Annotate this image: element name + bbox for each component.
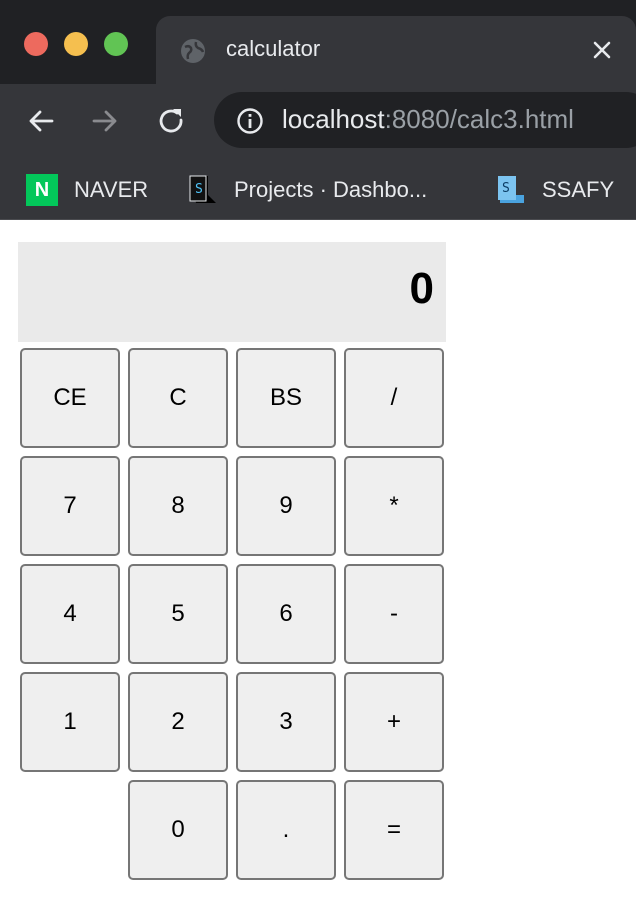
divide-button[interactable]: /	[344, 348, 444, 448]
equals-button[interactable]: =	[344, 780, 444, 880]
minimize-window-button[interactable]	[64, 32, 88, 56]
digit-7-button[interactable]: 7	[20, 456, 120, 556]
digit-2-button[interactable]: 2	[128, 672, 228, 772]
bookmark-label: SSAFY	[542, 177, 615, 202]
backspace-button[interactable]: BS	[236, 348, 336, 448]
browser-toolbar: localhost:8080/calc3.html	[0, 84, 636, 160]
digit-0-button[interactable]: 0	[128, 780, 228, 880]
forward-arrow-icon[interactable]	[88, 104, 122, 138]
bookmark-label: Projects · Dashbo...	[234, 177, 428, 202]
subtract-button[interactable]: -	[344, 564, 444, 664]
digit-1-button[interactable]: 1	[20, 672, 120, 772]
digit-4-button[interactable]: 4	[20, 564, 120, 664]
decimal-button[interactable]: .	[236, 780, 336, 880]
info-icon[interactable]	[236, 107, 264, 135]
url-path: :8080/calc3.html	[384, 104, 574, 134]
digit-5-button[interactable]: 5	[128, 564, 228, 664]
maximize-window-button[interactable]	[104, 32, 128, 56]
bookmarks-bar: N NAVER S Projects · Dashbo... S SSAFY	[0, 160, 636, 220]
digit-9-button[interactable]: 9	[236, 456, 336, 556]
calculator-display: 0	[18, 242, 446, 342]
ssafy-blue-icon: S	[498, 176, 524, 203]
close-tab-icon[interactable]	[590, 38, 614, 62]
window-titlebar: calculator	[0, 0, 636, 84]
digit-6-button[interactable]: 6	[236, 564, 336, 664]
url-text: localhost:8080/calc3.html	[282, 104, 574, 135]
naver-logo-icon: N	[26, 174, 58, 206]
back-arrow-icon[interactable]	[24, 104, 58, 138]
close-window-button[interactable]	[24, 32, 48, 56]
browser-tab[interactable]: calculator	[156, 16, 636, 84]
ssafy-dark-icon: S	[189, 175, 216, 203]
svg-text:S: S	[502, 181, 510, 196]
bookmark-naver[interactable]: N NAVER	[26, 170, 148, 210]
digit-3-button[interactable]: 3	[236, 672, 336, 772]
clear-button[interactable]: C	[128, 348, 228, 448]
globe-icon	[181, 39, 205, 63]
svg-text:S: S	[195, 182, 203, 197]
bookmark-projects-dashboard[interactable]: S Projects · Dashbo...	[186, 170, 427, 210]
tab-title: calculator	[226, 36, 321, 61]
bookmark-ssafy[interactable]: S SSAFY	[494, 170, 614, 210]
display-value: 0	[409, 264, 434, 313]
multiply-button[interactable]: *	[344, 456, 444, 556]
clear-entry-button[interactable]: CE	[20, 348, 120, 448]
address-bar[interactable]: localhost:8080/calc3.html	[214, 92, 636, 148]
add-button[interactable]: +	[344, 672, 444, 772]
digit-8-button[interactable]: 8	[128, 456, 228, 556]
reload-icon[interactable]	[154, 104, 188, 138]
url-host: localhost	[282, 104, 385, 134]
bookmark-label: NAVER	[74, 177, 149, 202]
